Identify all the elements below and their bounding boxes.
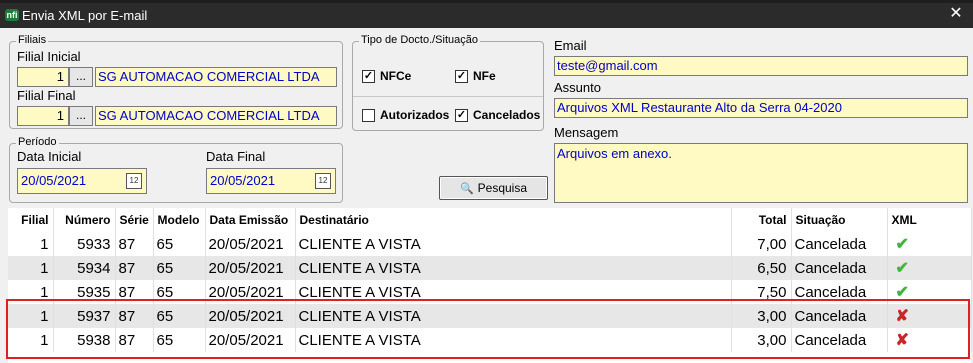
header-numero[interactable]: Número <box>53 208 116 232</box>
autorizados-label: Autorizados <box>380 108 450 122</box>
filial-inicial-label: Filial Inicial <box>17 49 81 64</box>
top-strip <box>0 0 973 3</box>
filiais-legend: Filiais <box>16 34 49 46</box>
assunto-field[interactable]: Arquivos XML Restaurante Alto da Serra 0… <box>554 98 968 118</box>
header-situacao[interactable]: Situação <box>791 208 888 232</box>
data-final-label: Data Final <box>206 149 266 164</box>
filial-final-label: Filial Final <box>17 88 76 103</box>
cell-total: 6,50 <box>731 256 792 280</box>
filial-final-name-field: SG AUTOMACAO COMERCIAL LTDA <box>95 106 337 126</box>
nfce-checkbox-row[interactable]: ✓ NFCe <box>362 68 411 84</box>
header-serie[interactable]: Série <box>115 208 154 232</box>
cell-modelo: 65 <box>153 232 206 256</box>
data-final-value: 20/05/2021 <box>210 173 276 188</box>
nfce-label: NFCe <box>380 69 412 83</box>
filial-inicial-name-field: SG AUTOMACAO COMERCIAL LTDA <box>95 67 337 87</box>
cell-numero: 5933 <box>53 232 116 256</box>
cancelados-checkbox[interactable]: ✓ <box>455 108 468 122</box>
cancelados-checkbox-row[interactable]: ✓ Cancelados <box>455 107 540 123</box>
nfe-label: NFe <box>473 69 496 83</box>
autorizados-checkbox-row[interactable]: Autorizados <box>362 107 449 123</box>
header-total[interactable]: Total <box>731 208 792 232</box>
table-row[interactable]: 1 5933 87 65 20/05/2021 CLIENTE A VISTA … <box>8 232 972 256</box>
cell-situacao: Cancelada <box>791 256 888 280</box>
email-field[interactable]: teste@gmail.com <box>554 56 968 76</box>
cell-modelo: 65 <box>153 256 206 280</box>
pesquisa-label: Pesquisa <box>477 181 528 195</box>
mensagem-label: Mensagem <box>554 125 619 140</box>
cell-serie: 87 <box>115 232 154 256</box>
filial-inicial-code-field[interactable]: 1 <box>17 67 69 87</box>
header-modelo[interactable]: Modelo <box>153 208 206 232</box>
header-xml[interactable]: XML <box>887 208 972 232</box>
magnifier-icon: 🔍 <box>459 182 474 195</box>
title-bar: nfi Envia XML por E-mail ✕ <box>0 0 973 28</box>
cell-filial: 1 <box>8 256 54 280</box>
cell-destinatario: CLIENTE A VISTA <box>295 232 732 256</box>
filial-final-lookup-button[interactable]: ... <box>69 106 93 126</box>
cell-serie: 87 <box>115 256 154 280</box>
app-icon: nfi <box>5 9 19 21</box>
tipo-docto-legend: Tipo de Docto./Situação <box>359 34 480 46</box>
error-rows-highlight <box>6 299 970 359</box>
nfe-checkbox-row[interactable]: ✓ NFe <box>455 68 496 84</box>
cell-data: 20/05/2021 <box>205 256 296 280</box>
calendar-icon[interactable]: 12 <box>126 173 142 189</box>
nfce-checkbox[interactable]: ✓ <box>362 69 375 83</box>
data-inicial-field[interactable]: 20/05/2021 12 <box>17 168 147 194</box>
data-final-field[interactable]: 20/05/2021 12 <box>206 168 336 194</box>
cell-destinatario: CLIENTE A VISTA <box>295 256 732 280</box>
grid-header-row: Filial Número Série Modelo Data Emissão … <box>8 208 972 232</box>
cell-total: 7,00 <box>731 232 792 256</box>
window-title: Envia XML por E-mail <box>22 8 148 23</box>
nfe-checkbox[interactable]: ✓ <box>455 69 468 83</box>
header-filial[interactable]: Filial <box>8 208 54 232</box>
calendar-icon[interactable]: 12 <box>315 173 331 189</box>
xml-ok-icon: ✔ <box>887 256 972 280</box>
filial-inicial-lookup-button[interactable]: ... <box>69 67 93 87</box>
data-inicial-value: 20/05/2021 <box>21 173 87 188</box>
mensagem-field[interactable]: Arquivos em anexo. <box>554 143 968 203</box>
autorizados-checkbox[interactable] <box>362 108 375 122</box>
filial-final-code-field[interactable]: 1 <box>17 106 69 126</box>
email-label: Email <box>554 38 587 53</box>
cell-filial: 1 <box>8 232 54 256</box>
header-destinatario[interactable]: Destinatário <box>295 208 732 232</box>
cell-data: 20/05/2021 <box>205 232 296 256</box>
cancelados-label: Cancelados <box>473 108 541 122</box>
assunto-label: Assunto <box>554 80 601 95</box>
table-row[interactable]: 1 5934 87 65 20/05/2021 CLIENTE A VISTA … <box>8 256 972 280</box>
header-data-emissao[interactable]: Data Emissão <box>205 208 296 232</box>
cell-numero: 5934 <box>53 256 116 280</box>
pesquisa-button[interactable]: 🔍 Pesquisa <box>439 176 548 200</box>
tipo-divider <box>353 96 543 97</box>
data-inicial-label: Data Inicial <box>17 149 82 164</box>
xml-ok-icon: ✔ <box>887 232 972 256</box>
cell-situacao: Cancelada <box>791 232 888 256</box>
periodo-legend: Período <box>16 136 59 148</box>
close-icon[interactable]: ✕ <box>945 4 967 24</box>
